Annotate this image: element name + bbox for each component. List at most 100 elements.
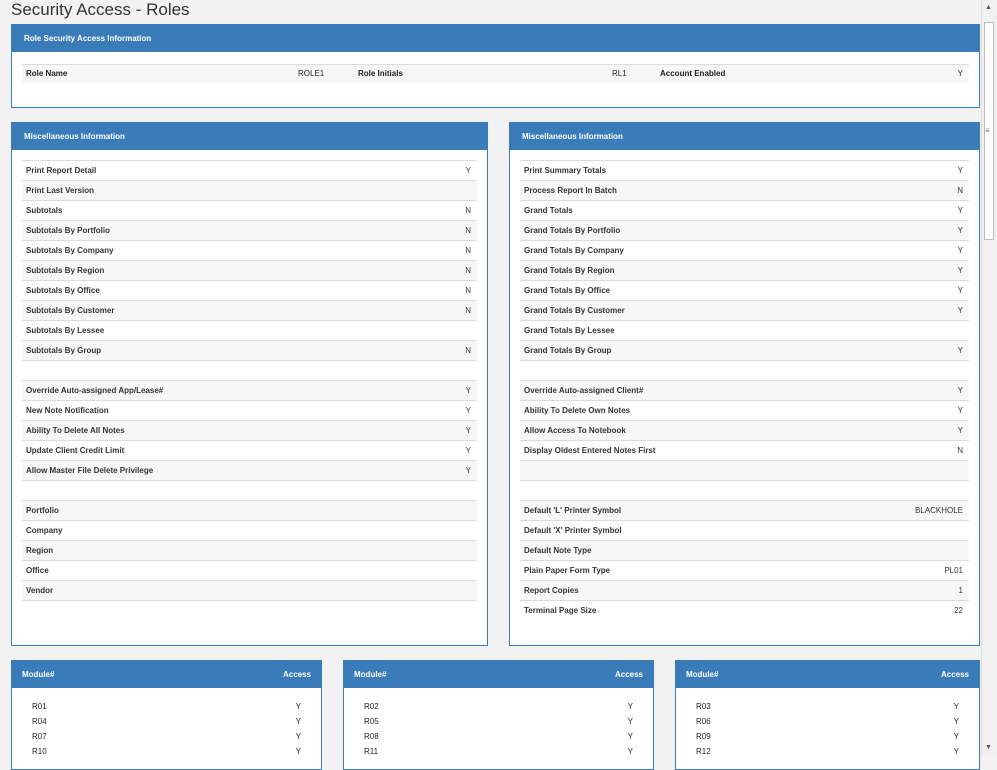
info-row-value: N xyxy=(465,226,471,235)
module-id: R02 xyxy=(364,702,379,711)
access-column-header: Access xyxy=(614,670,643,679)
scroll-up-arrow-icon[interactable]: ▲ xyxy=(985,4,992,11)
info-row-value: Y xyxy=(957,206,963,215)
info-row: Ability To Delete Own Notes Y xyxy=(520,400,969,420)
module-access: Y xyxy=(953,732,959,741)
info-row-label: Display Oldest Entered Notes First xyxy=(524,446,656,455)
info-row-label: Portfolio xyxy=(26,506,59,515)
info-row-value: Y xyxy=(465,426,471,435)
info-row-label: Grand Totals By Region xyxy=(524,266,615,275)
module-id: R05 xyxy=(364,717,379,726)
info-row: Grand Totals By Region Y xyxy=(520,260,969,280)
info-row xyxy=(22,360,477,380)
info-row: Grand Totals By Customer Y xyxy=(520,300,969,320)
module-row: R08 Y xyxy=(364,729,633,744)
role-initials-value: RL1 xyxy=(612,69,627,78)
info-row-label: Override Auto-assigned Client# xyxy=(524,386,644,395)
role-info-row: Role Name ROLE1 Role Initials RL1 Accoun… xyxy=(22,64,969,83)
info-row-label: Terminal Page Size xyxy=(524,606,597,615)
module-id: R04 xyxy=(32,717,47,726)
info-row-value: Y xyxy=(957,406,963,415)
module-row: R03 Y xyxy=(696,699,959,714)
misc-info-right-rows: Print Summary Totals Y Process Report In B… xyxy=(520,160,969,620)
info-row: Allow Access To Notebook Y xyxy=(520,420,969,440)
info-row: Plain Paper Form Type PL01 xyxy=(520,560,969,580)
info-row-value: N xyxy=(465,206,471,215)
module-access: Y xyxy=(295,702,301,711)
module-access: Y xyxy=(953,702,959,711)
info-row-label: Grand Totals xyxy=(524,206,573,215)
info-row: Override Auto-assigned Client# Y xyxy=(520,380,969,400)
info-row-value: Y xyxy=(465,386,471,395)
info-row-label: Grand Totals By Group xyxy=(524,346,612,355)
info-row-value: Y xyxy=(465,166,471,175)
info-row xyxy=(520,360,969,380)
module-access: Y xyxy=(953,717,959,726)
info-row-value: Y xyxy=(465,466,471,475)
info-row-label: Print Summary Totals xyxy=(524,166,607,175)
info-row: Subtotals By Office N xyxy=(22,280,477,300)
module-row: R06 Y xyxy=(696,714,959,729)
module-id: R01 xyxy=(32,702,47,711)
info-row-value: Y xyxy=(957,226,963,235)
info-row: Grand Totals By Group Y xyxy=(520,340,969,360)
module-id: R09 xyxy=(696,732,711,741)
info-row-label: Print Last Version xyxy=(26,186,95,195)
info-row-value: Y xyxy=(957,386,963,395)
scroll-down-arrow-icon[interactable]: ▼ xyxy=(985,744,992,751)
info-row-value: N xyxy=(957,186,963,195)
info-row: Print Summary Totals Y xyxy=(520,160,969,180)
info-row-value: 1 xyxy=(958,586,963,595)
info-row-label: Report Copies xyxy=(524,586,579,595)
info-row-label: Override Auto-assigned App/Lease# xyxy=(26,386,164,395)
info-row-label: Subtotals By Group xyxy=(26,346,102,355)
info-row xyxy=(520,460,969,480)
info-row-value: PL01 xyxy=(944,566,963,575)
module-row: R02 Y xyxy=(364,699,633,714)
info-row-value: N xyxy=(465,346,471,355)
info-row xyxy=(22,480,477,500)
info-row-label: Allow Access To Notebook xyxy=(524,426,626,435)
info-row: Grand Totals By Office Y xyxy=(520,280,969,300)
misc-info-left-rows: Print Report Detail Y Print Last Version Su… xyxy=(22,160,477,620)
info-row: Subtotals By Region N xyxy=(22,260,477,280)
info-row-label: Ability To Delete Own Notes xyxy=(524,406,631,415)
module-row: R05 Y xyxy=(364,714,633,729)
role-initials-label: Role Initials xyxy=(358,69,403,78)
module-list-1: R01 Y R04 Y R07 Y R10 Y xyxy=(32,699,301,759)
info-row: Subtotals By Lessee xyxy=(22,320,477,340)
info-row-label: Update Client Credit Limit xyxy=(26,446,125,455)
info-row: Terminal Page Size 22 xyxy=(520,600,969,620)
info-row-label: Default Note Type xyxy=(524,546,592,555)
info-row-value: Y xyxy=(465,446,471,455)
info-row-value: N xyxy=(465,246,471,255)
info-row-label: New Note Notification xyxy=(26,406,109,415)
info-row-value: Y xyxy=(957,346,963,355)
info-row-label: Subtotals xyxy=(26,206,63,215)
vertical-scrollbar[interactable]: ▲ ≡ ▼ xyxy=(981,0,997,757)
info-row: Default Note Type xyxy=(520,540,969,560)
misc-info-panel-right: Miscellaneous Information Print Summary … xyxy=(509,122,980,646)
info-row-label: Grand Totals By Office xyxy=(524,286,611,295)
info-row-label: Grand Totals By Portfolio xyxy=(524,226,621,235)
info-row-label: Default 'X' Printer Symbol xyxy=(524,526,622,535)
module-access: Y xyxy=(295,717,301,726)
info-row: Company xyxy=(22,520,477,540)
module-panel-2: Module# Access R02 Y R05 Y R08 Y R11 Y xyxy=(343,660,654,770)
module-row: R09 Y xyxy=(696,729,959,744)
scroll-grip-icon: ≡ xyxy=(985,126,990,135)
info-row-label: Company xyxy=(26,526,63,535)
module-column-header: Module# xyxy=(686,670,719,679)
info-row: Subtotals By Portfolio N xyxy=(22,220,477,240)
info-row-label: Default 'L' Printer Symbol xyxy=(524,506,622,515)
module-column-header: Module# xyxy=(22,670,55,679)
info-row: Default 'X' Printer Symbol xyxy=(520,520,969,540)
info-row-value: Y xyxy=(957,166,963,175)
info-row: Grand Totals Y xyxy=(520,200,969,220)
info-row-value: Y xyxy=(465,406,471,415)
info-row: Grand Totals By Company Y xyxy=(520,240,969,260)
module-column-header: Module# xyxy=(354,670,387,679)
info-row-label: Office xyxy=(26,566,49,575)
info-row: Subtotals By Company N xyxy=(22,240,477,260)
module-id: R06 xyxy=(696,717,711,726)
